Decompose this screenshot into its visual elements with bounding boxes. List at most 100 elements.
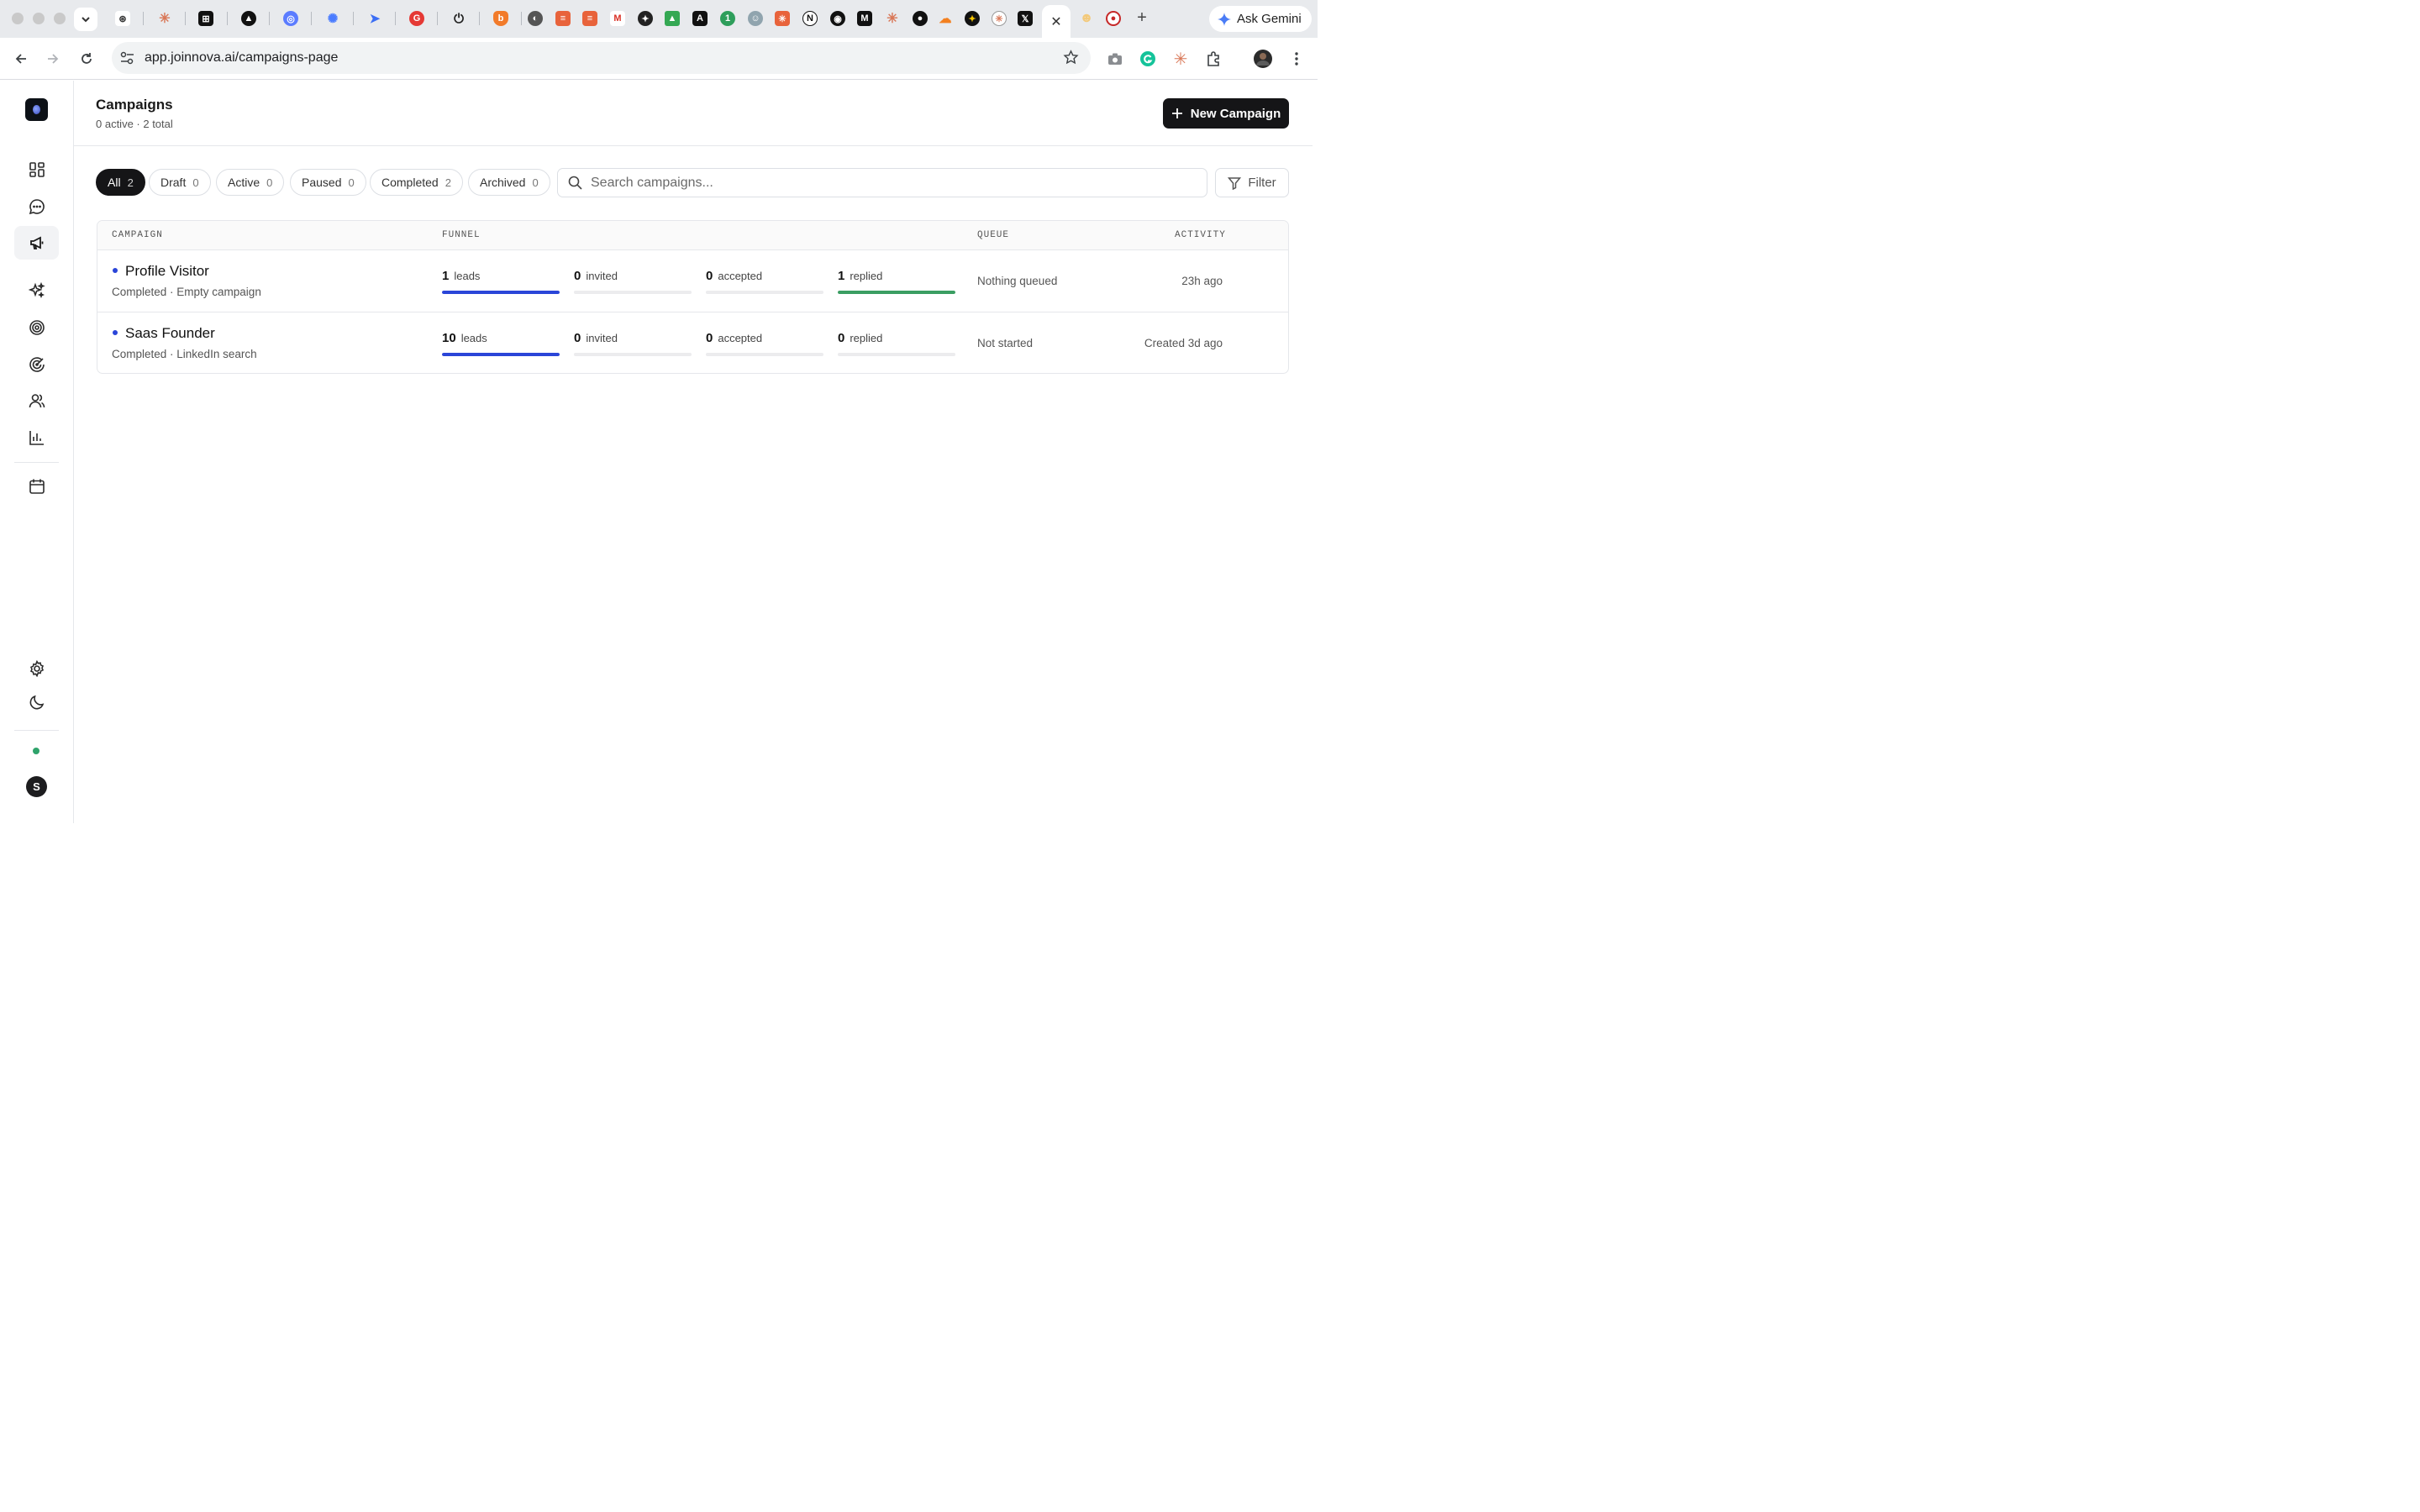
todoist-icon[interactable]: ≡ bbox=[582, 11, 597, 26]
claude-extension-icon[interactable]: ✳ bbox=[1170, 48, 1192, 70]
circle-icon[interactable]: ● bbox=[913, 11, 928, 26]
sidebar-item-dashboard[interactable] bbox=[14, 153, 59, 186]
filter-icon bbox=[1228, 176, 1242, 190]
filter-tab-active[interactable]: Active 0 bbox=[216, 169, 285, 196]
filter-tab-all[interactable]: All 2 bbox=[96, 169, 145, 196]
perplexity-icon[interactable]: ✦ bbox=[638, 11, 653, 26]
browser-menu-button[interactable] bbox=[1286, 48, 1307, 70]
loader-icon[interactable]: ✺ bbox=[325, 11, 340, 26]
campaign-name[interactable]: Saas Founder bbox=[125, 325, 215, 342]
sidebar-item-radar[interactable] bbox=[14, 348, 59, 381]
a-icon[interactable]: A bbox=[692, 11, 708, 26]
brave-icon[interactable]: b bbox=[493, 11, 508, 26]
chat-bubble-icon bbox=[29, 199, 45, 215]
site-settings-icon[interactable] bbox=[120, 51, 134, 65]
cloudflare-icon[interactable]: ☁ bbox=[938, 11, 953, 26]
forward-button[interactable] bbox=[42, 48, 64, 70]
campaign-name[interactable]: Profile Visitor bbox=[125, 263, 209, 280]
ask-gemini-button[interactable]: Ask Gemini bbox=[1209, 6, 1312, 32]
sidebar-item-theme[interactable] bbox=[14, 685, 59, 719]
column-header-queue[interactable]: QUEUE bbox=[977, 230, 1009, 240]
dashboard-icon bbox=[29, 162, 45, 177]
stage-progress-track bbox=[706, 353, 823, 356]
search-box[interactable] bbox=[557, 168, 1207, 197]
one-icon[interactable]: 1 bbox=[720, 11, 735, 26]
window-maximize-button[interactable] bbox=[54, 13, 66, 24]
medium-icon[interactable]: M bbox=[857, 11, 872, 26]
robot-icon[interactable]: ☺ bbox=[748, 11, 763, 26]
power-icon[interactable]: ⏻ bbox=[451, 11, 466, 26]
window-minimize-button[interactable] bbox=[33, 13, 45, 24]
triangle-icon[interactable]: ▲ bbox=[241, 11, 256, 26]
column-header-campaign[interactable]: CAMPAIGN bbox=[112, 230, 163, 240]
arrow-icon[interactable]: ➤ bbox=[367, 11, 382, 26]
filter-button[interactable]: Filter bbox=[1215, 168, 1289, 197]
claude-icon[interactable]: ✳ bbox=[992, 11, 1007, 26]
bookmark-star-icon[interactable] bbox=[1063, 50, 1079, 66]
sidebar-item-calendar[interactable] bbox=[14, 470, 59, 503]
todoist-icon[interactable]: ≡ bbox=[555, 11, 571, 26]
cookie-icon[interactable]: ☻ bbox=[1079, 11, 1094, 26]
new-tab-button[interactable]: + bbox=[1133, 8, 1151, 27]
stage-count: 1 bbox=[838, 269, 845, 283]
claude-icon[interactable]: ✳ bbox=[775, 11, 790, 26]
filter-tab-draft[interactable]: Draft 0 bbox=[149, 169, 211, 196]
column-header-funnel[interactable]: FUNNEL bbox=[442, 230, 481, 240]
profile-avatar[interactable] bbox=[1252, 48, 1274, 70]
active-tab[interactable]: ✕ bbox=[1042, 5, 1071, 38]
globe-icon[interactable]: ◐ bbox=[528, 11, 543, 26]
github-icon[interactable]: ◉ bbox=[830, 11, 845, 26]
user-avatar[interactable]: S bbox=[26, 776, 47, 797]
reload-button[interactable] bbox=[76, 48, 97, 70]
filter-button-label: Filter bbox=[1248, 176, 1276, 190]
stage-progress-track bbox=[574, 353, 692, 356]
claude-icon[interactable]: ✳ bbox=[885, 11, 900, 26]
new-campaign-button[interactable]: New Campaign bbox=[1163, 98, 1289, 129]
x-icon[interactable]: 𝕏 bbox=[1018, 11, 1033, 26]
column-header-activity[interactable]: ACTIVITY bbox=[1175, 230, 1226, 240]
sidebar-item-messages[interactable] bbox=[14, 190, 59, 223]
sidebar-item-ai[interactable] bbox=[14, 274, 59, 307]
record-icon[interactable]: ● bbox=[1106, 11, 1121, 26]
sidebar-item-campaigns[interactable] bbox=[14, 226, 59, 260]
sidebar-item-settings[interactable] bbox=[14, 652, 59, 685]
screenshot-button[interactable] bbox=[1104, 48, 1126, 70]
drive-icon[interactable]: ▲ bbox=[665, 11, 680, 26]
stage-count: 0 bbox=[574, 331, 581, 345]
filter-tab-completed[interactable]: Completed 2 bbox=[370, 169, 463, 196]
campaigns-table: CAMPAIGN FUNNEL QUEUE ACTIVITY Profile V… bbox=[97, 220, 1289, 374]
address-bar[interactable]: app.joinnova.ai/campaigns-page bbox=[112, 42, 1091, 74]
app-icon[interactable]: ⊞ bbox=[198, 11, 213, 26]
close-icon[interactable]: ✕ bbox=[1050, 13, 1061, 30]
filter-tab-archived[interactable]: Archived 0 bbox=[468, 169, 550, 196]
arrow-right-icon bbox=[48, 54, 59, 64]
browser-tab-bar: ⊛ ✳ ⊞ ▲ ◎ ✺ ➤ G ⏻ b ◐ ≡ ≡ M ✦ ▲ A 1 ☺ ✳ … bbox=[0, 0, 1318, 38]
extension-icon[interactable]: G bbox=[409, 11, 424, 26]
stage-label: invited bbox=[586, 270, 618, 282]
extensions-button[interactable] bbox=[1203, 48, 1225, 70]
filter-tab-paused[interactable]: Paused 0 bbox=[290, 169, 366, 196]
star-icon[interactable]: ✦ bbox=[965, 11, 980, 26]
sidebar-item-targets[interactable] bbox=[14, 311, 59, 344]
claude-icon[interactable]: ✳ bbox=[157, 11, 172, 26]
notion-icon[interactable]: N bbox=[802, 11, 818, 26]
ask-gemini-label: Ask Gemini bbox=[1237, 12, 1302, 26]
table-row[interactable]: Saas Founder Completed · LinkedIn search… bbox=[97, 312, 1288, 373]
app-logo[interactable] bbox=[25, 98, 48, 121]
stage-progress-track bbox=[706, 291, 823, 294]
chatgpt-icon[interactable]: ◎ bbox=[283, 11, 298, 26]
tab-search-button[interactable] bbox=[74, 8, 97, 31]
back-button[interactable] bbox=[10, 48, 32, 70]
sidebar-item-contacts[interactable] bbox=[14, 384, 59, 417]
gmail-icon[interactable]: M bbox=[610, 11, 625, 26]
sidebar-item-analytics[interactable] bbox=[14, 421, 59, 454]
stage-progress-fill bbox=[838, 291, 955, 294]
table-header: CAMPAIGN FUNNEL QUEUE ACTIVITY bbox=[97, 221, 1288, 250]
table-row[interactable]: Profile Visitor Completed · Empty campai… bbox=[97, 250, 1288, 312]
url-text[interactable]: app.joinnova.ai/campaigns-page bbox=[145, 50, 338, 66]
window-close-button[interactable] bbox=[12, 13, 24, 24]
search-input[interactable] bbox=[591, 175, 1179, 191]
grammarly-button[interactable] bbox=[1137, 48, 1159, 70]
openai-icon[interactable]: ⊛ bbox=[115, 11, 130, 26]
stage-label: leads bbox=[454, 270, 481, 282]
